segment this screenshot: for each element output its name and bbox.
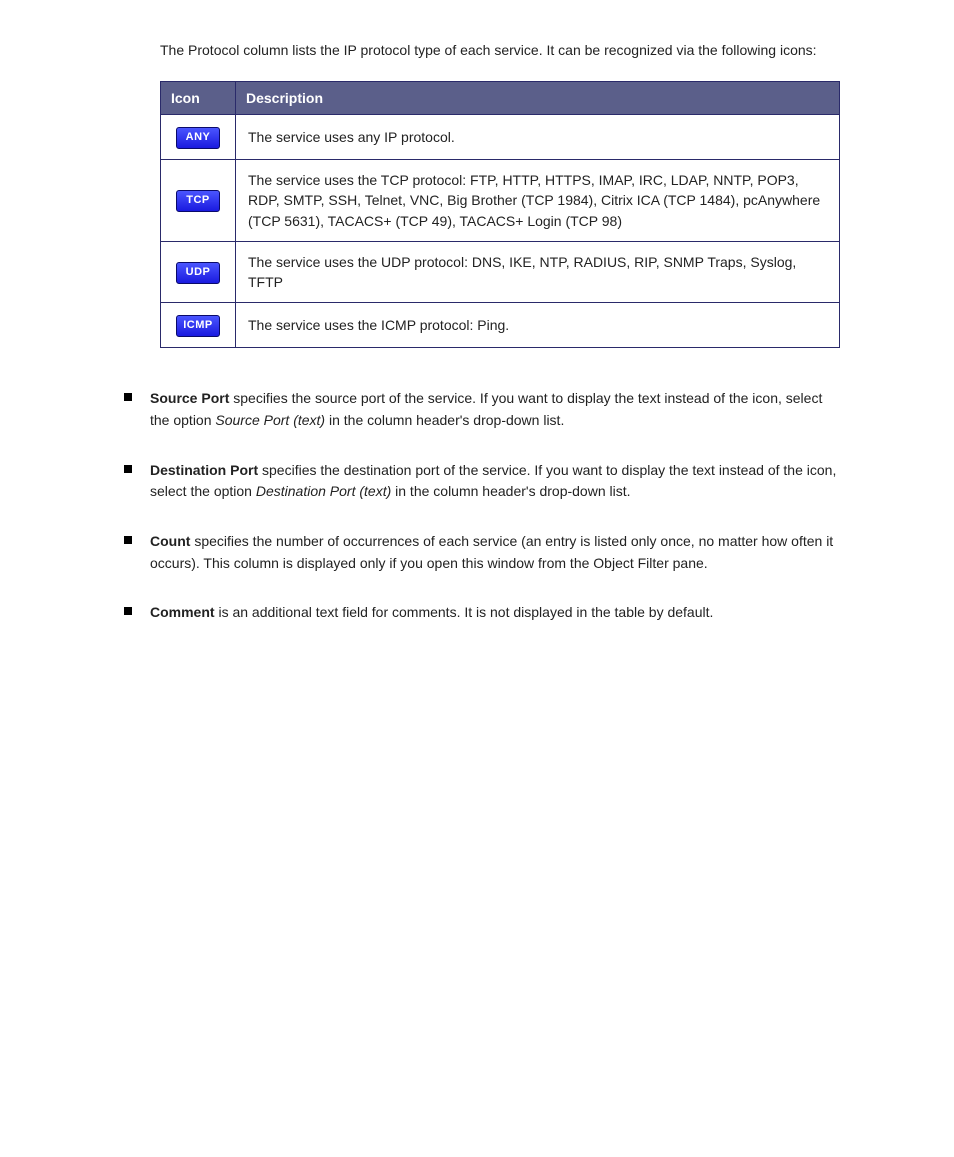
header-description: Description xyxy=(236,82,840,115)
field-name: Destination Port xyxy=(150,462,258,478)
field-tail: in the column header's drop-down list. xyxy=(391,483,630,499)
table-row: TCP The service uses the TCP protocol: F… xyxy=(161,159,840,241)
table-row: ICMP The service uses the ICMP protocol:… xyxy=(161,303,840,348)
field-option: Destination Port (text) xyxy=(256,483,391,499)
protocol-table: Icon Description ANY The service uses an… xyxy=(160,81,840,348)
field-text: specifies the number of occurrences of e… xyxy=(150,533,833,571)
list-item: Count specifies the number of occurrence… xyxy=(120,531,840,574)
list-item: Source Port specifies the source port of… xyxy=(120,388,840,431)
list-item: Destination Port specifies the destinati… xyxy=(120,460,840,503)
protocol-desc: The service uses the ICMP protocol: Ping… xyxy=(236,303,840,348)
field-name: Source Port xyxy=(150,390,229,406)
header-icon: Icon xyxy=(161,82,236,115)
protocol-desc: The service uses any IP protocol. xyxy=(236,115,840,160)
list-item: Comment is an additional text field for … xyxy=(120,602,840,624)
protocol-desc: The service uses the UDP protocol: DNS, … xyxy=(236,241,840,303)
protocol-badge-any: ANY xyxy=(176,127,220,149)
intro-text: The Protocol column lists the IP protoco… xyxy=(160,40,840,61)
field-list: Source Port specifies the source port of… xyxy=(120,388,840,624)
protocol-desc: The service uses the TCP protocol: FTP, … xyxy=(236,159,840,241)
protocol-badge-tcp: TCP xyxy=(176,190,220,212)
field-name: Count xyxy=(150,533,190,549)
field-text: is an additional text field for comments… xyxy=(215,604,714,620)
field-tail: in the column header's drop-down list. xyxy=(325,412,564,428)
field-name: Comment xyxy=(150,604,215,620)
table-row: UDP The service uses the UDP protocol: D… xyxy=(161,241,840,303)
field-option: Source Port (text) xyxy=(215,412,325,428)
protocol-badge-udp: UDP xyxy=(176,262,220,284)
protocol-badge-icmp: ICMP xyxy=(176,315,220,337)
table-row: ANY The service uses any IP protocol. xyxy=(161,115,840,160)
